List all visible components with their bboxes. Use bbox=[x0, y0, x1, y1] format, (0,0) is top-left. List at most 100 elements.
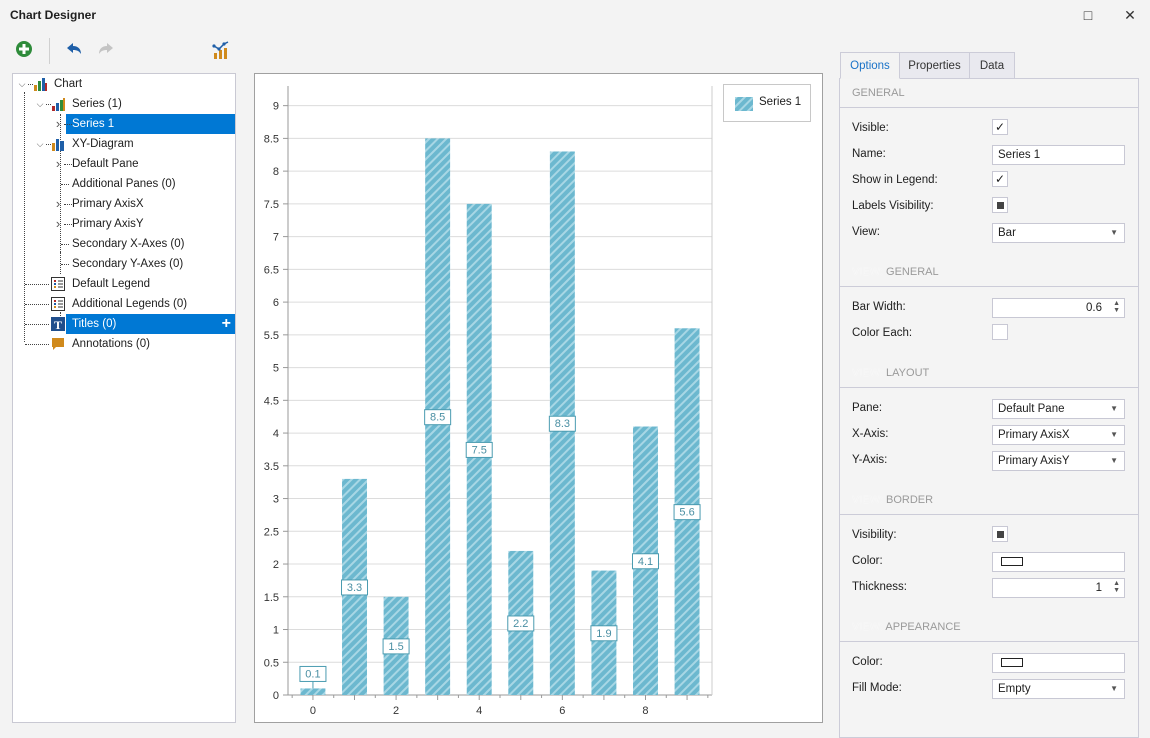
data-label: 8.5 bbox=[430, 412, 445, 424]
redo-button[interactable] bbox=[95, 40, 117, 62]
property-row-labels-visibility: Labels Visibility: bbox=[840, 194, 1138, 220]
tree-connector-line bbox=[25, 324, 49, 325]
y-tick-label: 7.5 bbox=[264, 199, 279, 211]
dropdown-arrow-icon[interactable]: ▼ bbox=[1110, 400, 1118, 418]
y-tick-label: 3 bbox=[273, 494, 279, 506]
tree-item-series-1[interactable]: › Series 1 bbox=[56, 114, 235, 134]
y-tick-label: 1.5 bbox=[264, 592, 279, 604]
view-dropdown[interactable]: Bar ▼ bbox=[992, 223, 1125, 243]
chevron-right-icon[interactable]: › bbox=[53, 194, 63, 214]
color-color-picker[interactable] bbox=[992, 552, 1125, 572]
y-tick-label: 4 bbox=[273, 428, 279, 440]
chevron-down-icon[interactable]: ⌵ bbox=[35, 134, 45, 154]
tree-item-primary-axisy[interactable]: › Primary AxisY bbox=[13, 214, 235, 234]
section-title: LAYOUT bbox=[886, 367, 930, 379]
tree-item-titles-0[interactable]: T Titles (0) + bbox=[25, 314, 235, 334]
spin-buttons-icon[interactable]: ▲ ▼ bbox=[1113, 300, 1120, 314]
tab-options[interactable]: Options bbox=[840, 52, 900, 79]
chart-legend[interactable]: Series 1 bbox=[723, 84, 811, 122]
tree-item-default-legend[interactable]: Default Legend bbox=[13, 274, 235, 294]
property-row-fill-mode: Fill Mode: Empty ▼ bbox=[840, 676, 1138, 702]
property-label: Color: bbox=[852, 656, 883, 668]
indeterminate-mark bbox=[996, 531, 1004, 538]
chevron-right-icon[interactable]: › bbox=[53, 154, 63, 174]
pane-value: Default Pane bbox=[998, 403, 1065, 415]
maximize-button[interactable]: □ bbox=[1074, 4, 1102, 26]
undo-button[interactable] bbox=[63, 40, 85, 62]
spin-buttons-icon[interactable]: ▲ ▼ bbox=[1113, 580, 1120, 594]
x-tick-label: 0 bbox=[310, 705, 316, 717]
name-input[interactable]: Series 1 bbox=[992, 145, 1125, 165]
thickness-spinner[interactable]: 1 ▲ ▼ bbox=[992, 578, 1125, 598]
y-tick-label: 0 bbox=[273, 690, 279, 702]
tree-item-xy-diagram[interactable]: ⌵ XY-Diagram bbox=[13, 134, 235, 154]
data-label: 5.6 bbox=[679, 507, 694, 519]
tree-item-primary-axisx[interactable]: › Primary AxisX bbox=[13, 194, 235, 214]
chevron-down-icon[interactable]: ⌵ bbox=[17, 74, 27, 94]
fill-mode-dropdown[interactable]: Empty ▼ bbox=[992, 679, 1125, 699]
y-tick-label: 2.5 bbox=[264, 526, 279, 538]
tree-connector-line bbox=[61, 184, 69, 185]
visible-checkbox[interactable]: ✓ bbox=[992, 119, 1008, 135]
property-row-color: Color: bbox=[840, 650, 1138, 676]
x-tick-label: 6 bbox=[559, 705, 565, 717]
section-title: GENERAL bbox=[852, 87, 905, 99]
bar-width-spinner[interactable]: 0.6 ▲ ▼ bbox=[992, 298, 1125, 318]
section-header-layout: VIEW: LAYOUT bbox=[840, 359, 1138, 388]
y-tick-label: 3.5 bbox=[264, 461, 279, 473]
section-prefix: VIEW: bbox=[852, 621, 886, 633]
bar bbox=[300, 688, 326, 695]
property-label: Thickness: bbox=[852, 581, 907, 593]
y-axis-dropdown[interactable]: Primary AxisY ▼ bbox=[992, 451, 1125, 471]
tree-item-additional-legends-0[interactable]: Additional Legends (0) bbox=[13, 294, 235, 314]
legend-label: Series 1 bbox=[759, 96, 802, 108]
close-button[interactable]: ✕ bbox=[1116, 4, 1144, 26]
dropdown-arrow-icon[interactable]: ▼ bbox=[1110, 224, 1118, 242]
section-prefix: VIEW: bbox=[852, 494, 887, 506]
tab-data[interactable]: Data bbox=[969, 52, 1015, 79]
chart-wizard-button[interactable] bbox=[210, 40, 232, 62]
section-title: APPEARANCE bbox=[885, 621, 961, 633]
dropdown-arrow-icon[interactable]: ▼ bbox=[1110, 680, 1118, 698]
tree-item-series-1[interactable]: ⌵ Series (1) bbox=[13, 94, 235, 114]
dropdown-arrow-icon[interactable]: ▼ bbox=[1110, 426, 1118, 444]
show-in-legend-checkbox[interactable]: ✓ bbox=[992, 171, 1008, 187]
tree-item-annotations-0[interactable]: Annotations (0) bbox=[13, 334, 235, 354]
visibility-checkbox[interactable] bbox=[992, 526, 1008, 542]
color-each-checkbox[interactable] bbox=[992, 324, 1008, 340]
color-color-picker[interactable] bbox=[992, 653, 1125, 673]
chevron-right-icon[interactable]: › bbox=[53, 214, 63, 234]
property-label: Visible: bbox=[852, 122, 889, 134]
y-tick-label: 8 bbox=[273, 166, 279, 178]
chart-preview[interactable]: 0 0.5 1 1.5 2 2.5 3 3.5 4 4.5 5 5.5 6 6.5 7 7.5 8 8.5 9 0 2 4… bbox=[254, 73, 823, 723]
dropdown-arrow-icon[interactable]: ▼ bbox=[1110, 452, 1118, 470]
data-label: 1.9 bbox=[596, 628, 611, 640]
tab-properties[interactable]: Properties bbox=[899, 52, 970, 79]
tree-connector-line bbox=[25, 344, 49, 345]
tree-item-additional-panes-0[interactable]: Additional Panes (0) bbox=[13, 174, 235, 194]
tree-item-chart[interactable]: ⌵ Chart bbox=[13, 74, 235, 94]
section-title: GENERAL bbox=[886, 266, 939, 278]
pane-dropdown[interactable]: Default Pane ▼ bbox=[992, 399, 1125, 419]
property-row-name: Name: Series 1 bbox=[840, 142, 1138, 168]
undo-icon bbox=[67, 43, 81, 54]
add-icon[interactable]: + bbox=[222, 314, 231, 334]
tree-item-label: Default Legend bbox=[72, 278, 151, 290]
tree-item-label: Series 1 bbox=[72, 118, 115, 130]
tree-item-secondary-x-axes-0[interactable]: Secondary X-Axes (0) bbox=[13, 234, 235, 254]
chart-elements-tree[interactable]: ⌵ Chart ⌵ Series (1) › Series 1 ⌵ XY-Diagram › De… bbox=[12, 73, 236, 723]
add-button[interactable] bbox=[13, 40, 35, 62]
data-label: 1.5 bbox=[388, 641, 403, 653]
x-axis-dropdown[interactable]: Primary AxisX ▼ bbox=[992, 425, 1125, 445]
tree-item-default-pane[interactable]: › Default Pane bbox=[13, 154, 235, 174]
property-row-show-in-legend: Show in Legend: ✓ bbox=[840, 168, 1138, 194]
section-rows: Bar Width: 0.6 ▲ ▼ Color Each: bbox=[840, 287, 1138, 347]
y-axis-value: Primary AxisY bbox=[998, 455, 1070, 467]
labels-visibility-checkbox[interactable] bbox=[992, 197, 1008, 213]
property-row-visibility: Visibility: bbox=[840, 523, 1138, 549]
chevron-right-icon[interactable]: › bbox=[53, 114, 63, 134]
chevron-down-icon[interactable]: ⌵ bbox=[35, 94, 45, 114]
y-tick-label: 1 bbox=[273, 625, 279, 637]
property-row-visible: Visible: ✓ bbox=[840, 116, 1138, 142]
tree-item-secondary-y-axes-0[interactable]: Secondary Y-Axes (0) bbox=[13, 254, 235, 274]
